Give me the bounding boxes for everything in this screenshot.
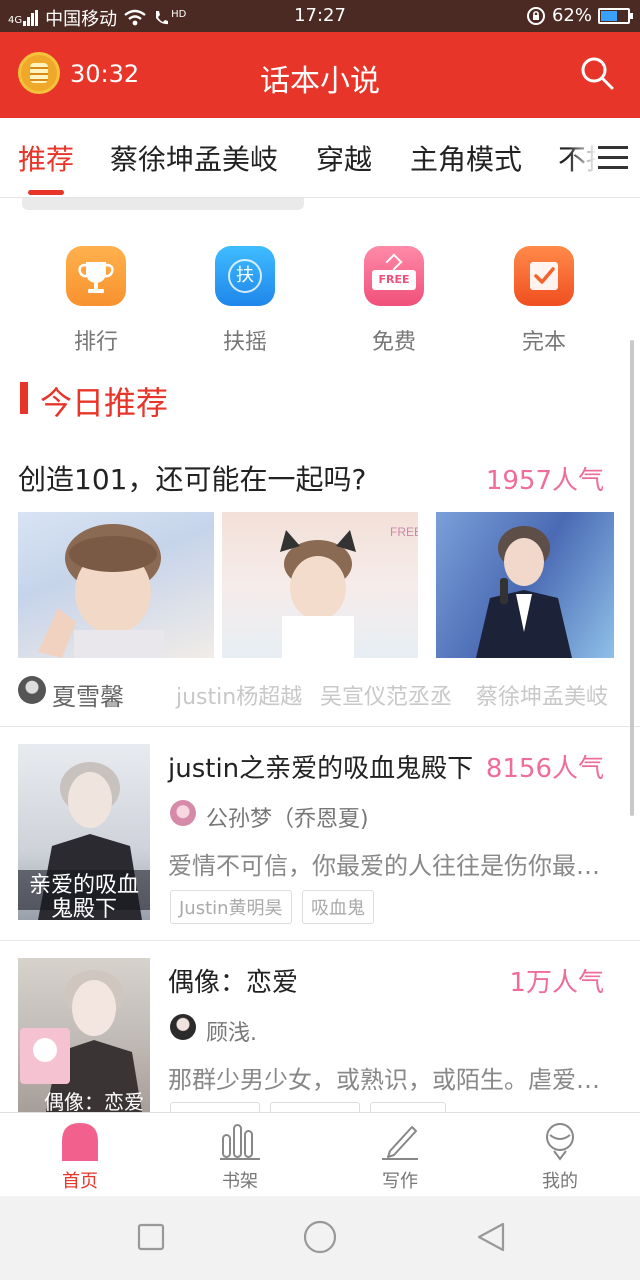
home-button[interactable] [303,1220,337,1254]
divider [0,726,640,727]
nav-write[interactable]: 写作 [320,1113,480,1197]
quick-link-label: 排行 [73,330,118,355]
battery-icon [598,7,633,24]
quick-link-completed[interactable]: 完本 [514,246,574,355]
featured-author[interactable]: 夏雪馨 [52,677,124,712]
tab-cai-xukun-meng-meiqi[interactable]: 蔡徐坤孟美岐 [110,138,278,178]
tab-recommended[interactable]: 推荐 [18,138,74,178]
quick-link-free[interactable]: FREE 免费 [364,246,424,355]
trophy-icon [66,246,126,306]
completed-icon [514,246,574,306]
book-cover[interactable]: 亲爱的吸血鬼殿下 [18,744,150,920]
author-avatar[interactable] [170,800,196,826]
tab-menu-icon[interactable] [568,118,640,197]
book-cover-title: 偶像：恋爱 [44,1090,144,1112]
home-icon [62,1123,98,1161]
quick-link-label: 免费 [371,330,416,355]
featured-image-2[interactable]: FREE [222,512,418,658]
active-tab-indicator [28,190,64,195]
book-author[interactable]: 顾浅. [206,1015,257,1047]
status-bar: 4G 中国移动 HD 17:27 62% [0,0,640,32]
divider [0,940,640,941]
pen-icon [382,1126,418,1160]
book-tag[interactable]: Justin黄明昊 [170,890,292,924]
system-nav-bar [0,1196,640,1280]
featured-tag[interactable]: 蔡徐坤孟美岐 [476,679,608,711]
book-tag[interactable]: 吸血鬼 [302,890,374,924]
featured-tag[interactable]: 吴宣仪范丞丞 [320,679,452,711]
featured-image-3[interactable] [436,512,614,658]
app-title: 话本小说 [260,64,380,99]
battery-level [601,10,617,21]
search-icon[interactable] [580,56,614,90]
featured-title[interactable]: 创造101，还可能在一起吗? [18,458,366,498]
fuyao-glyph: 扶 [228,259,262,293]
author-avatar[interactable] [170,1014,196,1040]
book-description: 那群少男少女，或熟识，或陌生。虐爱情深 [168,1066,612,1094]
nav-label: 书架 [222,1171,258,1192]
bookshelf-icon [220,1124,260,1160]
free-glyph: FREE [372,270,416,290]
book-cover-title: 亲爱的吸血鬼殿下 [28,873,139,921]
quick-link-label: 完本 [521,330,566,355]
nav-label: 写作 [382,1171,418,1192]
rotation-lock-icon [526,6,545,25]
quick-link-label: 扶摇 [222,330,267,355]
status-right: 62% [526,5,633,26]
tab-time-travel[interactable]: 穿越 [316,138,372,178]
featured-image-1[interactable] [18,512,214,658]
book-author[interactable]: 公孙梦（乔恩夏) [206,801,369,833]
featured-tag[interactable]: justin杨超越 [176,679,302,711]
book-title[interactable]: justin之亲爱的吸血鬼殿下 [168,748,473,785]
scrollbar[interactable] [630,340,634,816]
nav-profile[interactable]: 我的 [480,1113,640,1197]
author-avatar[interactable] [18,676,46,704]
nav-label: 首页 [62,1171,98,1192]
tab-protagonist-mode[interactable]: 主角模式 [410,138,522,178]
bottom-nav: 首页 书架 写作 我的 [0,1112,640,1196]
nav-label: 我的 [542,1171,578,1192]
category-tabs: 推荐 蔡徐坤孟美岐 穿越 主角模式 不择 [0,118,640,198]
app-header: 30:32 话本小说 [0,32,640,118]
nav-home[interactable]: 首页 [0,1113,160,1197]
book-popularity: 1万人气 [509,968,604,998]
section-title: 今日推荐 [40,384,169,422]
recents-button[interactable] [137,1223,165,1251]
book-description: 爱情不可信，你最爱的人往往是伤你最深的人 [168,852,612,880]
nav-bookshelf[interactable]: 书架 [160,1113,320,1197]
quick-link-ranking[interactable]: 排行 [66,246,126,355]
profile-icon [546,1123,574,1161]
book-title[interactable]: 偶像：恋爱 [168,962,298,999]
book-popularity: 8156人气 [485,754,604,784]
back-button[interactable] [476,1221,506,1253]
banner-edge [22,198,304,210]
svg-text:FREE: FREE [390,525,418,539]
fuyao-icon: 扶 [215,246,275,306]
book-cover[interactable]: 偶像：恋爱 [18,958,150,1112]
battery-percent: 62% [551,5,592,26]
free-icon: FREE [364,246,424,306]
quick-link-fuyao[interactable]: 扶 扶摇 [215,246,275,355]
section-marker [20,382,28,414]
featured-popularity: 1957人气 [485,466,604,496]
